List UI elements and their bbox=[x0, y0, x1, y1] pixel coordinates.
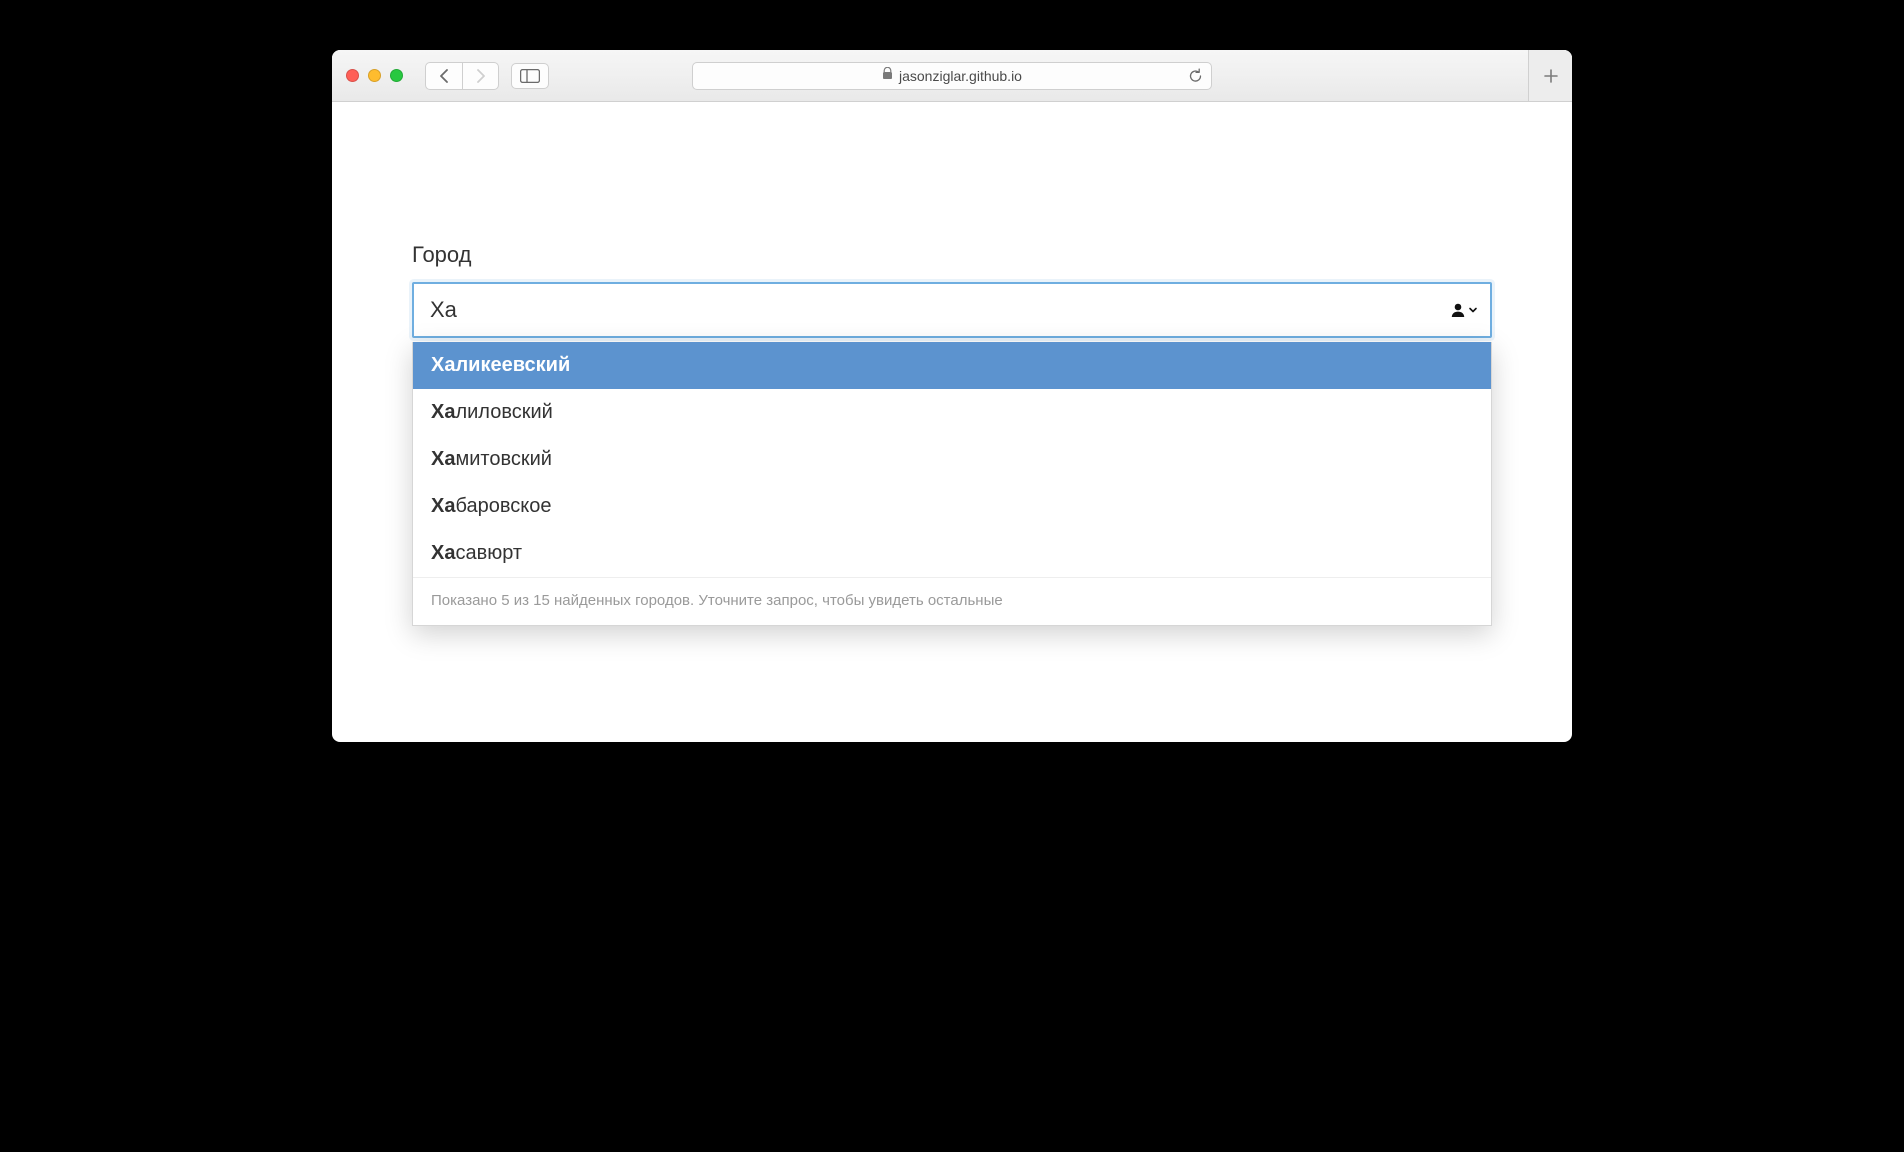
maximize-window-button[interactable] bbox=[390, 69, 403, 82]
suggestion-rest: баровское bbox=[455, 495, 551, 517]
reload-icon bbox=[1188, 68, 1203, 83]
suggestion-match: Ха bbox=[431, 448, 455, 470]
plus-icon bbox=[1543, 68, 1559, 84]
close-window-button[interactable] bbox=[346, 69, 359, 82]
contacts-autofill-button[interactable] bbox=[1450, 302, 1478, 318]
chevron-right-icon bbox=[476, 69, 486, 83]
suggestions-footer: Показано 5 из 15 найденных городов. Уточ… bbox=[413, 577, 1491, 625]
chevron-left-icon bbox=[439, 69, 449, 83]
chevron-down-icon bbox=[1468, 305, 1478, 315]
address-bar[interactable]: jasonziglar.github.io bbox=[692, 62, 1212, 90]
city-combobox bbox=[412, 282, 1492, 338]
nav-buttons bbox=[425, 62, 499, 90]
page-content: Город ХаликеевскийХалиловскийХамитовский… bbox=[332, 102, 1572, 742]
suggestion-rest: митовский bbox=[455, 448, 551, 470]
suggestion-match: Ха bbox=[431, 495, 455, 517]
suggestion-match: Ха bbox=[431, 401, 455, 423]
suggestion-item[interactable]: Хабаровское bbox=[413, 483, 1491, 530]
show-sidebar-button[interactable] bbox=[511, 63, 549, 89]
lock-icon bbox=[882, 67, 893, 85]
city-suggestions-dropdown: ХаликеевскийХалиловскийХамитовскийХабаро… bbox=[412, 342, 1492, 626]
reload-button[interactable] bbox=[1188, 68, 1203, 83]
city-input[interactable] bbox=[412, 282, 1492, 338]
titlebar: jasonziglar.github.io bbox=[332, 50, 1572, 102]
forward-button[interactable] bbox=[462, 63, 498, 89]
minimize-window-button[interactable] bbox=[368, 69, 381, 82]
suggestion-rest: савюрт bbox=[455, 542, 522, 564]
back-button[interactable] bbox=[426, 63, 462, 89]
suggestion-item[interactable]: Халикеевский bbox=[413, 342, 1491, 389]
safari-window: jasonziglar.github.io Город Х bbox=[332, 50, 1572, 742]
new-tab-button[interactable] bbox=[1528, 50, 1572, 101]
suggestion-match: Ха bbox=[431, 354, 455, 376]
window-controls bbox=[346, 69, 403, 82]
suggestion-item[interactable]: Хасавюрт bbox=[413, 530, 1491, 577]
sidebar-icon bbox=[520, 69, 540, 83]
suggestion-match: Ха bbox=[431, 542, 455, 564]
suggestion-item[interactable]: Халиловский bbox=[413, 389, 1491, 436]
city-field-label: Город bbox=[412, 242, 1492, 268]
suggestion-rest: лиловский bbox=[455, 401, 552, 423]
suggestion-rest: ликеевский bbox=[455, 354, 570, 376]
suggestion-item[interactable]: Хамитовский bbox=[413, 436, 1491, 483]
address-url: jasonziglar.github.io bbox=[899, 68, 1022, 84]
person-icon bbox=[1450, 302, 1466, 318]
